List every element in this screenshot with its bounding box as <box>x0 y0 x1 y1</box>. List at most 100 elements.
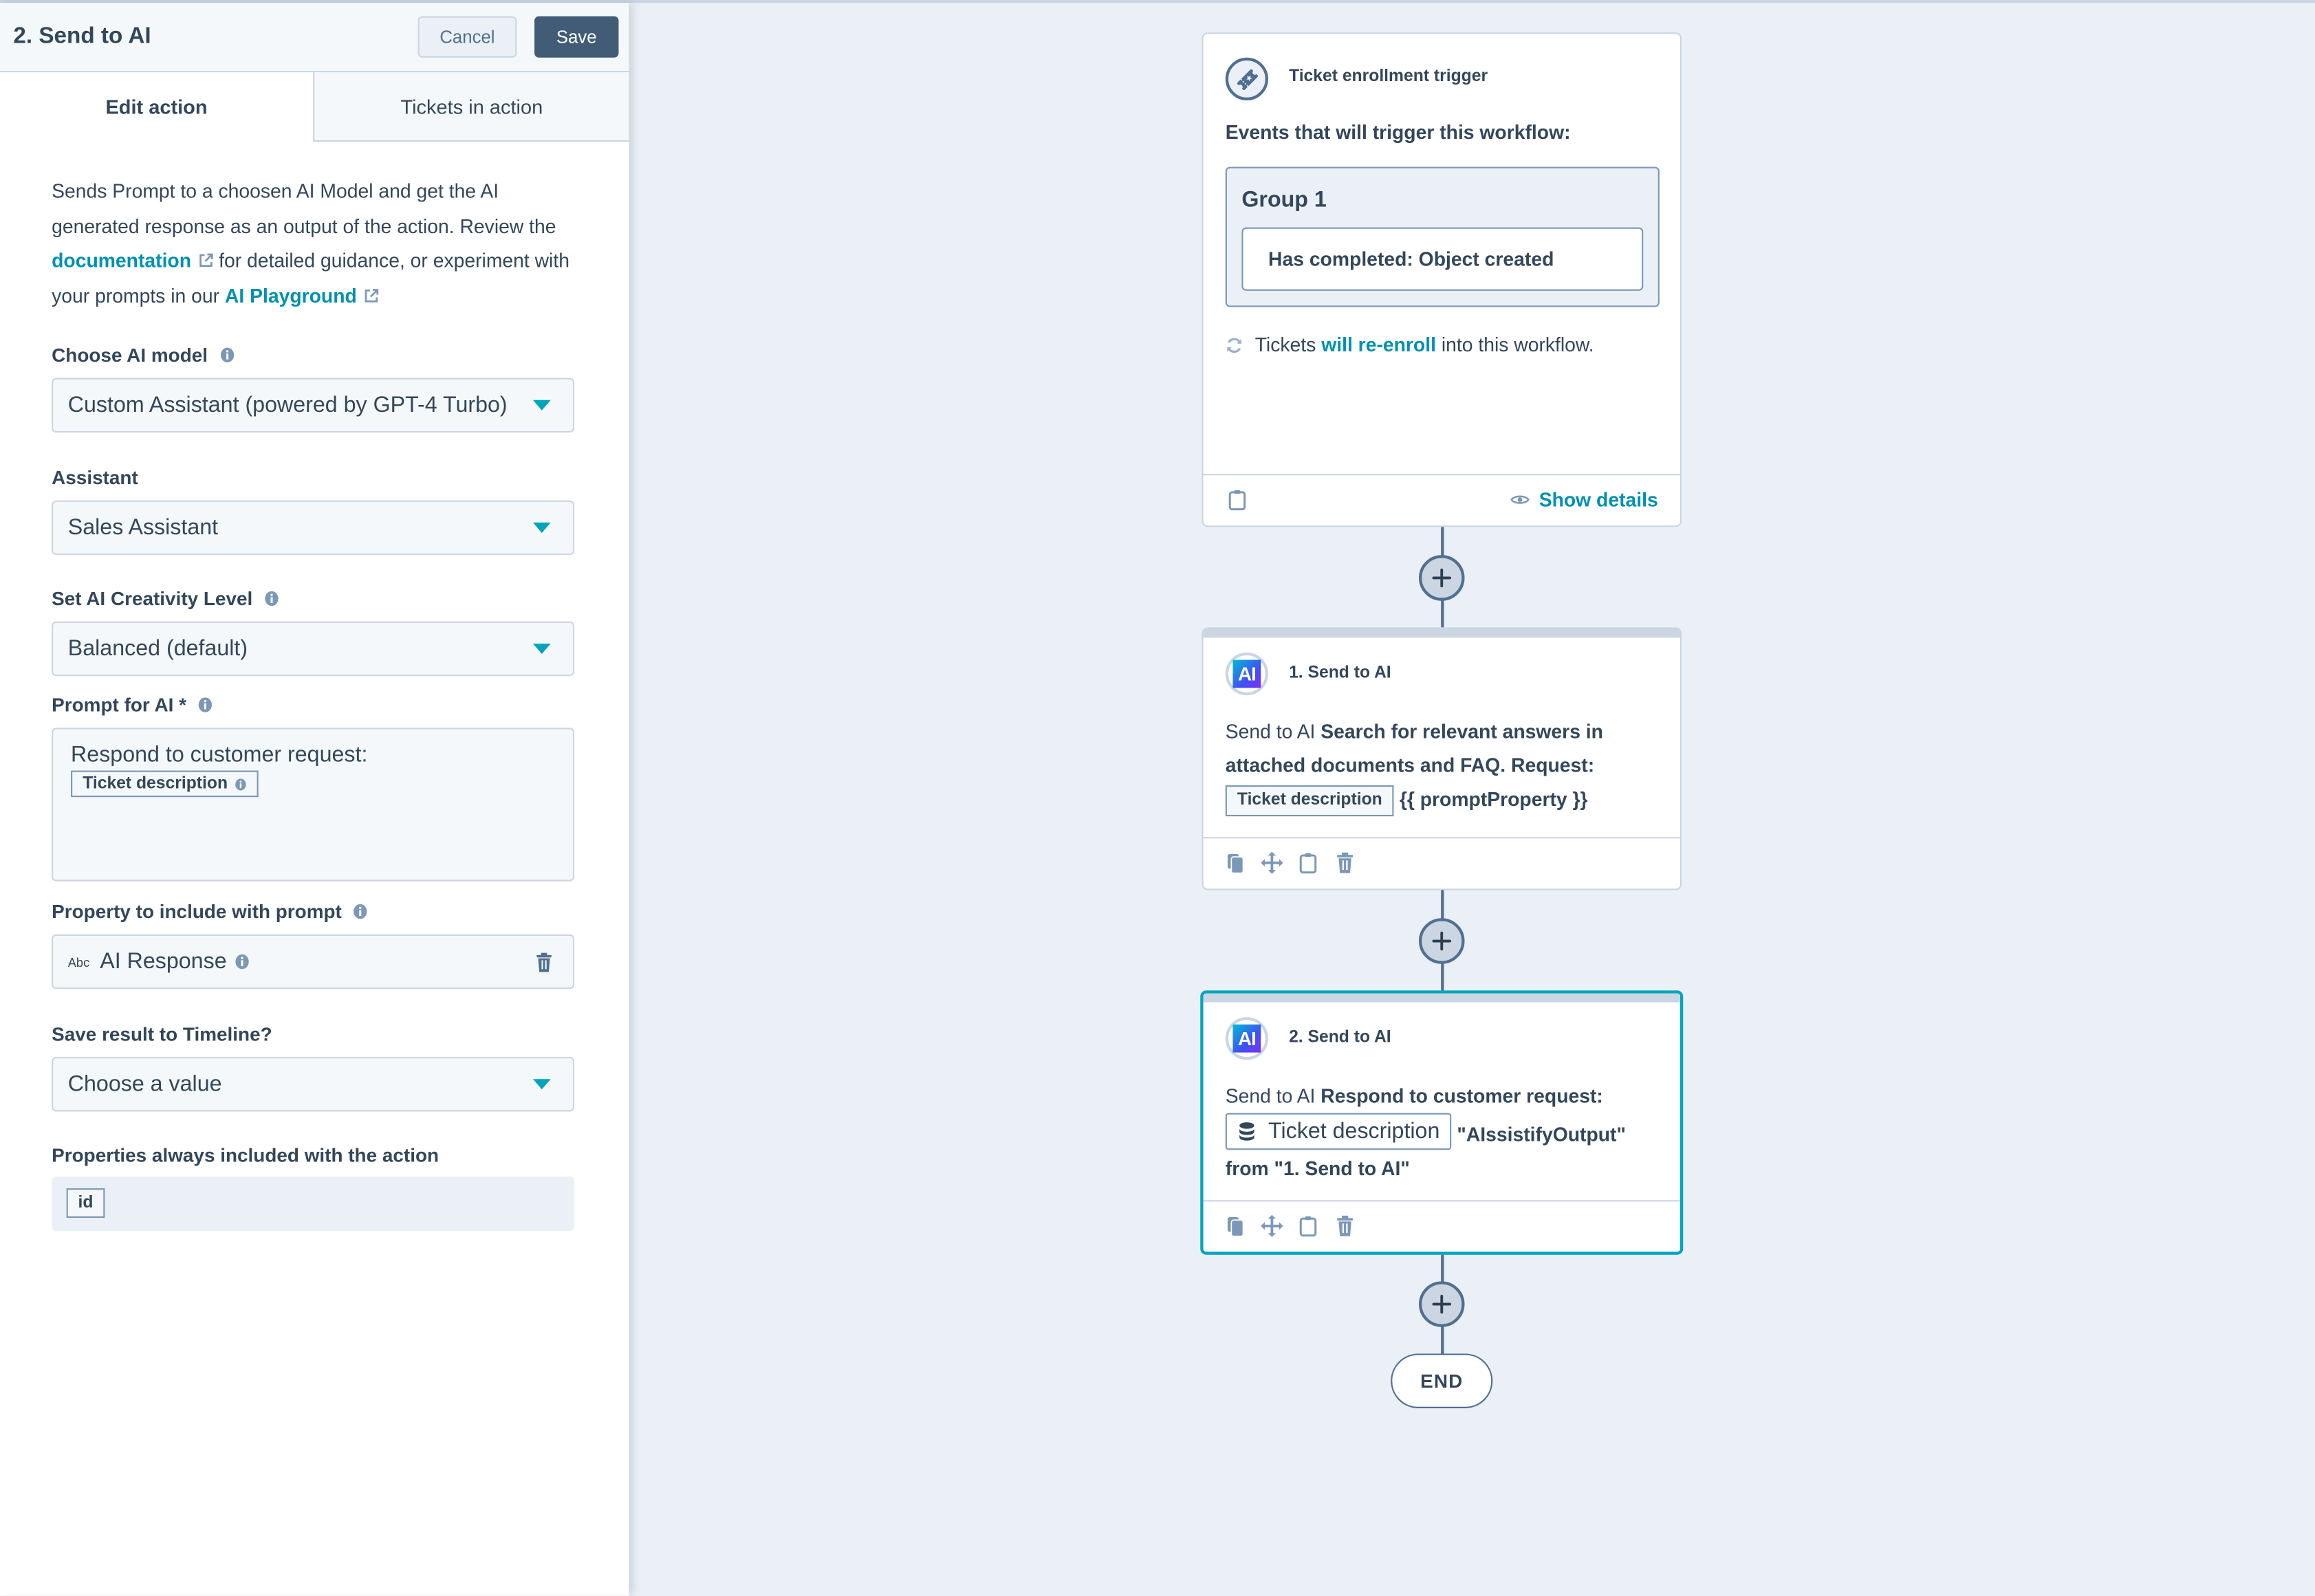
move-icon[interactable] <box>1259 1214 1284 1237</box>
external-link-icon <box>199 253 213 267</box>
show-details-label: Show details <box>1539 488 1658 511</box>
enrollment-trigger-card[interactable]: Ticket enrollment trigger Events that wi… <box>1202 32 1682 527</box>
field-label: Properties always included with the acti… <box>52 1144 439 1166</box>
property-value: AI Response <box>100 949 227 974</box>
ai-playground-link[interactable]: AI Playground <box>225 284 357 306</box>
field-label: Prompt for AI * <box>52 693 187 717</box>
property-token: Ticket description <box>1225 1113 1452 1150</box>
field-property: Property to include with prompt Abc AI R… <box>52 900 575 990</box>
prompt-text: Respond to customer request: <box>71 742 368 768</box>
add-action-button[interactable] <box>1418 1281 1465 1327</box>
field-ai-model: Choose AI model Custom Assistant (powere… <box>52 344 575 433</box>
card-top-bar <box>1203 628 1680 638</box>
trigger-group: Group 1 Has completed: Object created <box>1225 166 1660 307</box>
group-title: Group 1 <box>1241 187 1327 213</box>
action-card-footer <box>1203 837 1680 888</box>
action-description: Sends Prompt to a choosen AI Model and g… <box>52 174 574 313</box>
caret-down-icon <box>532 1079 551 1090</box>
clipboard-icon[interactable] <box>1228 489 1246 511</box>
ai-icon: AI <box>1225 652 1269 696</box>
action-title: 1. Send to AI <box>1289 664 1391 682</box>
field-label: Assistant <box>52 466 138 489</box>
copy-icon[interactable] <box>1227 852 1245 874</box>
caret-down-icon <box>532 643 551 654</box>
reenroll-link[interactable]: will re-enroll <box>1321 334 1436 356</box>
plus-icon <box>1432 1294 1451 1314</box>
card-top-bar <box>1203 993 1680 1003</box>
reenroll-text: Tickets <box>1254 334 1322 356</box>
copy-icon[interactable] <box>1227 1215 1245 1237</box>
info-icon[interactable] <box>354 904 368 920</box>
summary-prefix: Send to AI <box>1225 720 1321 743</box>
info-icon[interactable] <box>264 591 279 607</box>
database-icon <box>1239 1122 1254 1141</box>
timeline-select[interactable]: Choose a value <box>52 1057 575 1112</box>
field-label: Set AI Creativity Level <box>52 587 253 610</box>
reenroll-text: into this workflow. <box>1435 334 1594 356</box>
plus-icon <box>1432 931 1451 951</box>
info-icon[interactable] <box>198 697 213 713</box>
ai-icon: AI <box>1225 1017 1269 1060</box>
field-label: Save result to Timeline? <box>52 1023 272 1045</box>
always-included-box: id <box>52 1176 575 1232</box>
external-link-icon <box>364 288 378 302</box>
panel-tabs: Edit action Tickets in action <box>0 72 629 142</box>
action-edit-panel: 2. Send to AI Cancel Save Edit action Ti… <box>0 3 629 1596</box>
tab-edit-action[interactable]: Edit action <box>0 72 314 142</box>
clipboard-icon[interactable] <box>1299 852 1317 874</box>
assistant-select[interactable]: Sales Assistant <box>52 500 575 556</box>
trash-icon[interactable] <box>536 952 552 973</box>
property-token: Ticket description <box>1225 785 1394 817</box>
description-text: Sends Prompt to a choosen AI Model and g… <box>52 179 556 237</box>
panel-title: 2. Send to AI <box>13 23 151 49</box>
caret-down-icon <box>532 400 551 411</box>
panel-body: Sends Prompt to a choosen AI Model and g… <box>52 142 575 1232</box>
prompt-token[interactable]: Ticket description <box>71 770 259 798</box>
property-chip: id <box>66 1188 105 1218</box>
field-creativity: Set AI Creativity Level Balanced (defaul… <box>52 587 575 677</box>
refresh-icon <box>1227 337 1241 352</box>
select-value: Balanced (default) <box>67 636 248 662</box>
field-label: Property to include with prompt <box>52 900 342 923</box>
trigger-condition: Has completed: Object created <box>1241 227 1644 291</box>
eye-icon <box>1511 495 1530 504</box>
ai-badge: AI <box>1232 659 1261 688</box>
prompt-textarea[interactable]: Respond to customer request: Ticket desc… <box>52 728 575 882</box>
ticket-icon <box>1225 57 1269 100</box>
caret-down-icon <box>532 522 551 533</box>
field-prompt: Prompt for AI * Respond to customer requ… <box>52 693 575 882</box>
app-root: 2. Send to AI Cancel Save Edit action Ti… <box>0 0 2315 1596</box>
field-timeline: Save result to Timeline? Choose a value <box>52 1023 575 1112</box>
info-icon[interactable] <box>219 347 234 363</box>
trigger-title: Ticket enrollment trigger <box>1289 67 1488 86</box>
tab-tickets-in-action[interactable]: Tickets in action <box>313 72 629 142</box>
ai-model-select[interactable]: Custom Assistant (powered by GPT-4 Turbo… <box>52 378 575 433</box>
summary-prefix: Send to AI <box>1225 1084 1321 1108</box>
ai-badge: AI <box>1232 1024 1261 1053</box>
property-input[interactable]: Abc AI Response <box>52 934 575 990</box>
trash-icon[interactable] <box>1336 1215 1354 1237</box>
cancel-button[interactable]: Cancel <box>417 16 517 58</box>
clipboard-icon[interactable] <box>1299 1215 1317 1237</box>
show-details-button[interactable]: Show details <box>1511 489 1658 511</box>
field-always-included: Properties always included with the acti… <box>52 1144 575 1232</box>
select-value: Custom Assistant (powered by GPT-4 Turbo… <box>67 393 508 418</box>
creativity-select[interactable]: Balanced (default) <box>52 621 575 677</box>
action-card-footer <box>1203 1200 1680 1251</box>
summary-bold: Respond to customer request: <box>1320 1084 1603 1108</box>
trash-icon[interactable] <box>1336 852 1354 874</box>
action-card-2[interactable]: AI 2. Send to AI Send to AI Respond to c… <box>1200 990 1684 1255</box>
add-action-button[interactable] <box>1418 918 1465 964</box>
select-value: Sales Assistant <box>67 515 219 540</box>
info-icon[interactable] <box>234 954 248 970</box>
action-title: 2. Send to AI <box>1289 1029 1391 1047</box>
add-action-button[interactable] <box>1418 555 1465 601</box>
documentation-link[interactable]: documentation <box>52 250 191 272</box>
trigger-card-footer: Show details <box>1203 474 1680 525</box>
action-card-1[interactable]: AI 1. Send to AI Send to AI Search for r… <box>1202 627 1682 890</box>
events-label: Events that will trigger this workflow: <box>1225 121 1571 144</box>
token-label: Ticket description <box>83 775 228 793</box>
token-label: Ticket description <box>1268 1119 1440 1144</box>
save-button[interactable]: Save <box>534 16 619 58</box>
move-icon[interactable] <box>1259 851 1284 874</box>
